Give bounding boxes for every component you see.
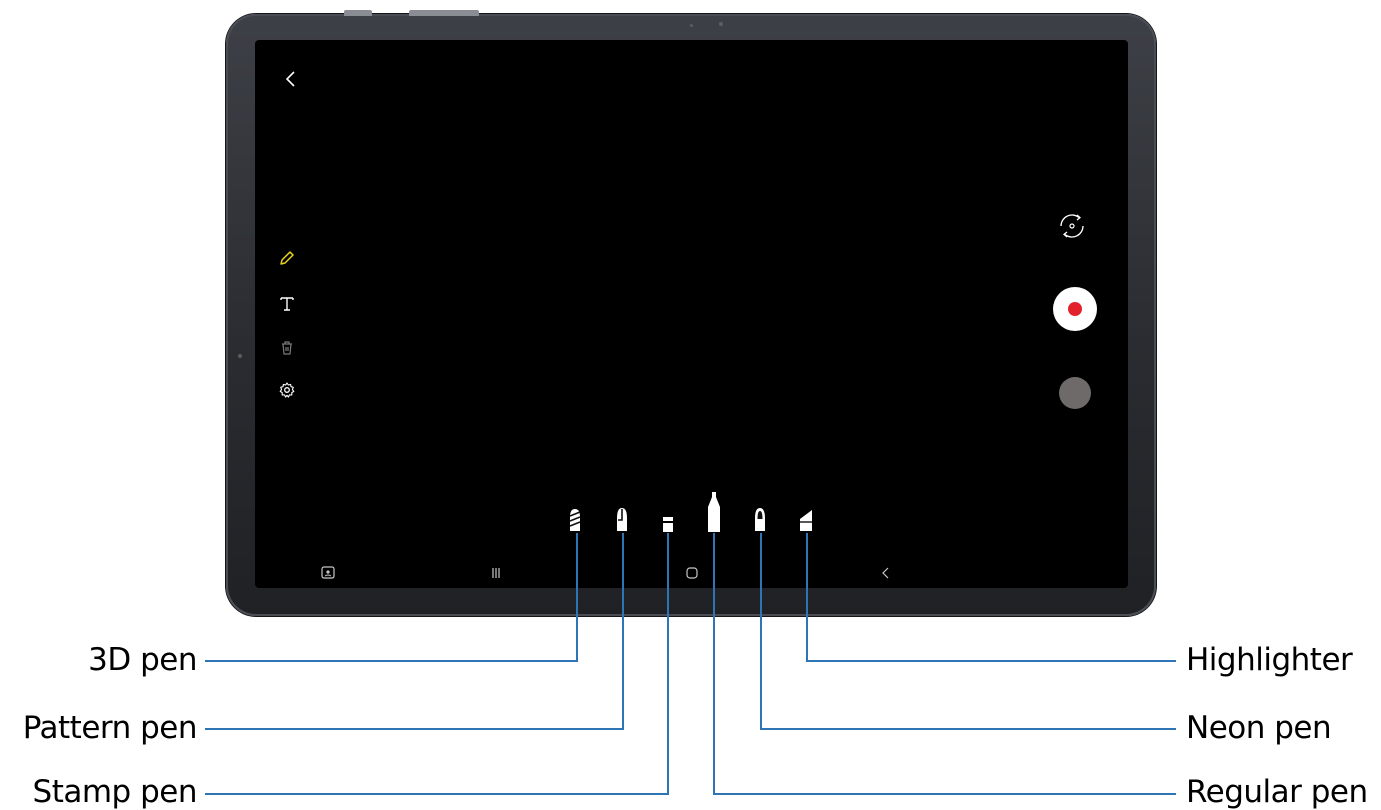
callout-line-regular	[713, 533, 1176, 795]
callout-line-stamp	[205, 533, 669, 795]
callout-line-pattern	[205, 533, 624, 730]
label-pattern-pen: Pattern pen	[22, 710, 198, 746]
label-3d-pen: 3D pen	[88, 642, 197, 678]
callout-line-highlighter	[806, 533, 1176, 662]
label-regular-pen: Regular pen	[1186, 774, 1368, 810]
label-neon-pen: Neon pen	[1186, 710, 1332, 746]
label-stamp-pen: Stamp pen	[32, 774, 198, 810]
callout-line-neon	[760, 533, 1176, 730]
callout-line-3d	[205, 533, 578, 662]
callout-lines	[205, 533, 1176, 795]
label-highlighter: Highlighter	[1186, 642, 1353, 678]
